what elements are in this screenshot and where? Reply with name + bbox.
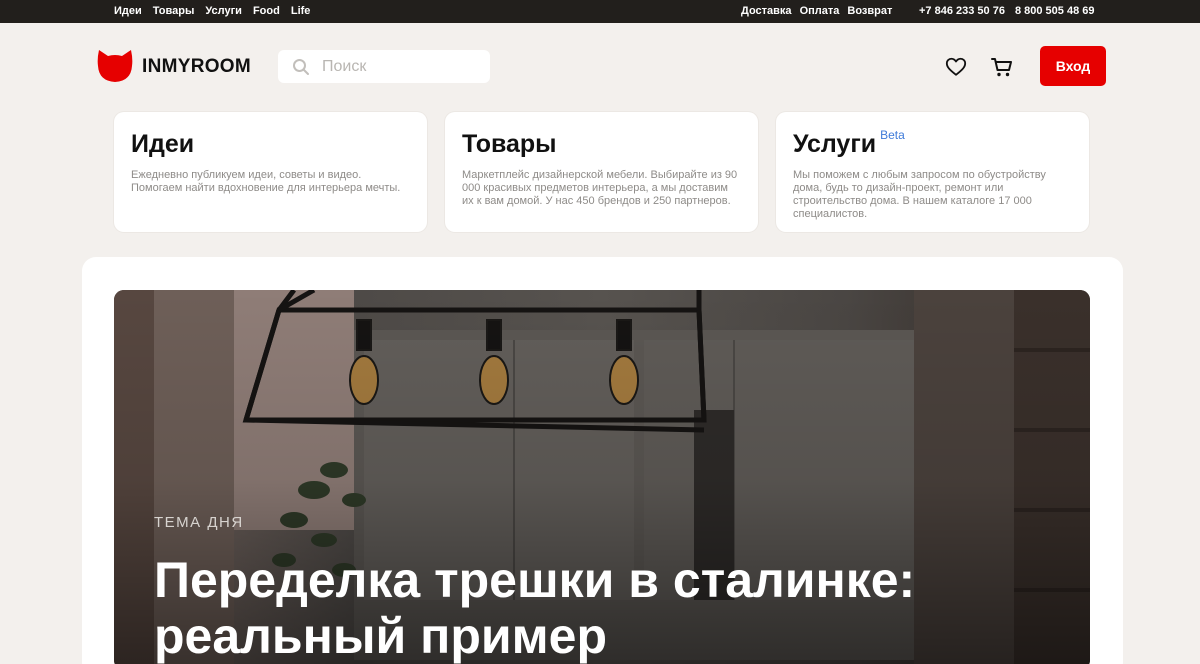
card-ideas[interactable]: Идеи Ежедневно публикуем идеи, советы и … [114, 112, 427, 232]
search-icon [293, 59, 309, 75]
top-bar: Идеи Товары Услуги Food Life Доставка Оп… [0, 0, 1200, 23]
favorites-heart-icon[interactable] [945, 56, 967, 78]
search-input[interactable] [322, 50, 482, 83]
link-payment[interactable]: Оплата [800, 5, 840, 17]
article-headline[interactable]: Переделка трешки в сталинке: реальный пр… [154, 552, 1054, 664]
card-goods-title: Товары [462, 130, 557, 158]
phone-toll-free[interactable]: 8 800 505 48 69 [1015, 5, 1095, 17]
top-nav-ideas[interactable]: Идеи [114, 5, 142, 17]
card-services[interactable]: Услуги Beta Мы поможем с любым запросом п… [776, 112, 1089, 232]
brand-name[interactable]: INMYROOM [142, 56, 251, 78]
phone-numbers: +7 846 233 50 76 8 800 505 48 69 [919, 5, 1104, 17]
topic-of-day-label: ТЕМА ДНЯ [154, 514, 244, 531]
cat-logo-icon[interactable] [97, 49, 133, 83]
beta-badge: Beta [880, 128, 905, 142]
top-nav-life[interactable]: Life [291, 5, 311, 17]
phone-local[interactable]: +7 846 233 50 76 [919, 5, 1005, 17]
featured-article[interactable]: ТЕМА ДНЯ Переделка трешки в сталинке: ре… [114, 290, 1090, 664]
link-delivery[interactable]: Доставка [741, 5, 792, 17]
card-goods-desc: Маркетплейс дизайнерской мебели. Выбирай… [462, 169, 738, 207]
search-box[interactable] [278, 50, 490, 83]
link-returns[interactable]: Возврат [847, 5, 892, 17]
card-services-title: Услуги [793, 130, 877, 158]
top-nav-goods[interactable]: Товары [153, 5, 195, 17]
service-links: Доставка Оплата Возврат [741, 5, 900, 17]
card-services-desc: Мы поможем с любым запросом по обустройс… [793, 169, 1046, 220]
top-nav: Идеи Товары Услуги Food Life [114, 5, 321, 17]
card-ideas-desc: Ежедневно публикуем идеи, советы и видео… [131, 169, 401, 194]
cart-icon[interactable] [990, 55, 1014, 79]
card-goods[interactable]: Товары Маркетплейс дизайнерской мебели. … [445, 112, 758, 232]
top-nav-food[interactable]: Food [253, 5, 280, 17]
top-nav-services[interactable]: Услуги [205, 5, 242, 17]
login-button[interactable]: Вход [1040, 46, 1106, 86]
card-ideas-title: Идеи [131, 130, 195, 158]
